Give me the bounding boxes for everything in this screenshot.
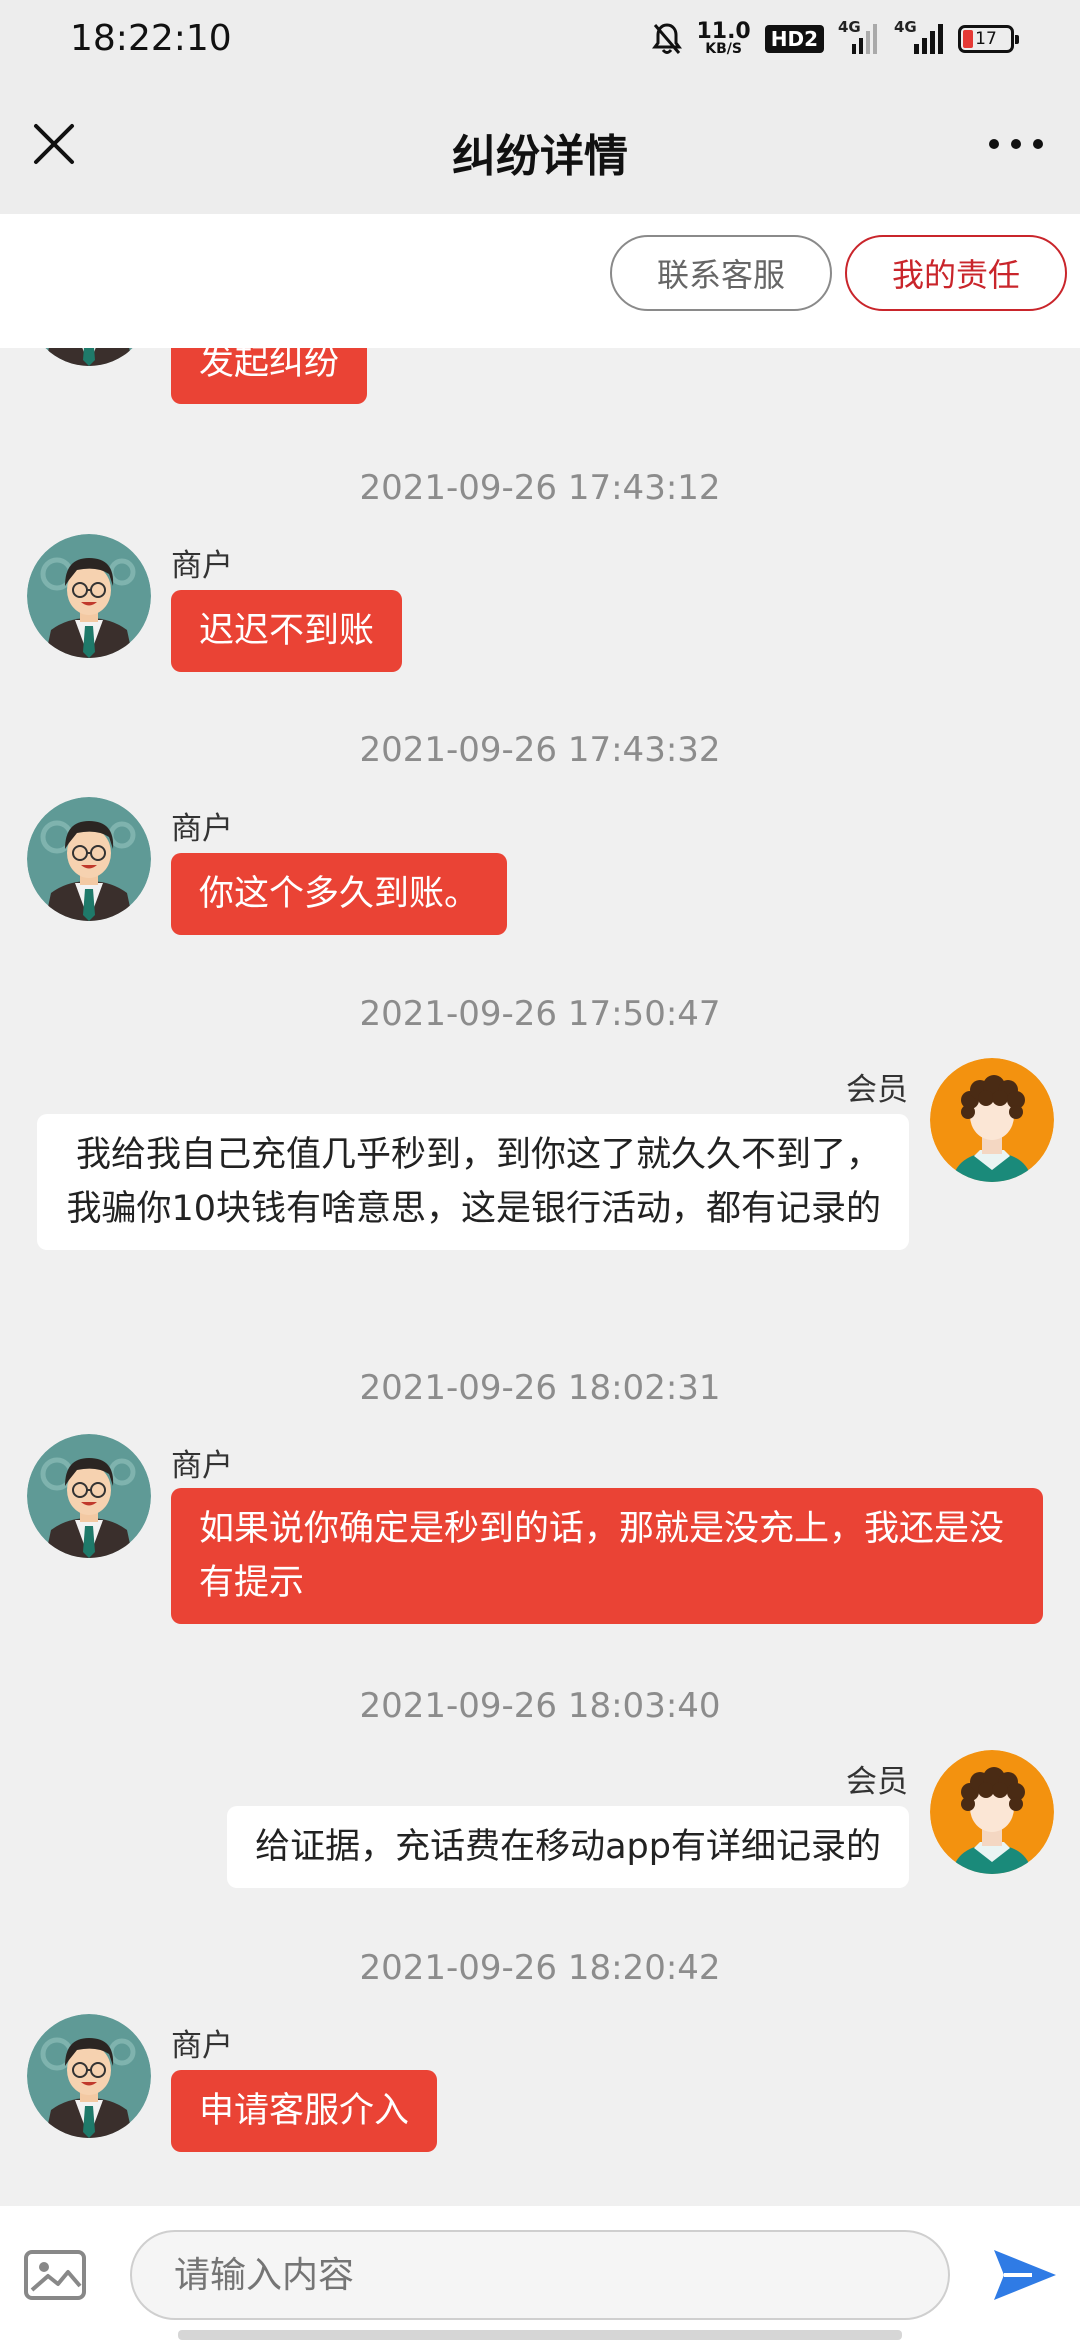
message-bubble: 给证据，充话费在移动app有详细记录的 — [227, 1806, 909, 1888]
message-bubble: 如果说你确定是秒到的话，那就是没充上，我还是没有提示 — [171, 1488, 1043, 1624]
merchant-avatar — [27, 348, 151, 366]
page-title: 纠纷详情 — [452, 131, 628, 182]
network-speed: 11.0 KB/S — [696, 19, 751, 57]
image-icon[interactable] — [24, 2250, 86, 2300]
status-time: 18:22:10 — [70, 18, 232, 59]
member-avatar — [930, 1058, 1054, 1182]
send-icon[interactable] — [992, 2246, 1058, 2304]
mute-bell-icon — [652, 23, 683, 54]
status-icons: 11.0 KB/S HD2 4G 4G 17 — [652, 18, 1019, 57]
sender-name: 商户 — [171, 548, 233, 584]
message-merchant: 发起纠纷 — [0, 348, 1080, 408]
message-timestamp: 2021-09-26 18:03:40 — [359, 1686, 721, 1726]
more-icon[interactable] — [986, 134, 1046, 154]
sender-name: 商户 — [171, 2028, 233, 2064]
home-indicator — [178, 2330, 902, 2340]
action-bar: 联系客服 我的责任 — [0, 214, 1080, 348]
message-input[interactable] — [130, 2230, 950, 2320]
navigation-bar: 纠纷详情 — [0, 82, 1080, 214]
message-timestamp: 2021-09-26 18:20:42 — [359, 1948, 721, 1988]
battery-icon: 17 — [958, 25, 1019, 53]
message-bubble: 申请客服介入 — [171, 2070, 438, 2152]
contact-service-button[interactable]: 联系客服 — [610, 235, 832, 311]
signal-1-icon: 4G — [838, 18, 878, 56]
message-bubble: 你这个多久到账。 — [171, 853, 508, 935]
merchant-avatar — [27, 2014, 151, 2138]
sender-name: 会员 — [846, 1072, 908, 1108]
signal-2-icon: 4G — [892, 18, 944, 56]
message-bubble: 我给我自己充值几乎秒到，到你这了就久久不到了，我骗你10块钱有啥意思，这是银行活… — [37, 1114, 909, 1250]
sender-name: 商户 — [171, 811, 233, 847]
sender-name: 商户 — [171, 1448, 233, 1484]
battery-level: 17 — [975, 29, 997, 49]
chat-list[interactable]: 发起纠纷 2021-09-26 17:43:12 商户 迟迟不到账 2021-0… — [0, 348, 1080, 2206]
merchant-avatar — [27, 534, 151, 658]
member-avatar — [930, 1750, 1054, 1874]
message-bubble: 发起纠纷 — [171, 348, 368, 404]
message-timestamp: 2021-09-26 17:43:12 — [359, 468, 721, 508]
hd-voice-badge: HD2 — [764, 25, 824, 53]
sender-name: 会员 — [846, 1764, 908, 1800]
my-responsibility-button[interactable]: 我的责任 — [845, 235, 1067, 311]
message-timestamp: 2021-09-26 17:43:32 — [359, 730, 721, 770]
message-timestamp: 2021-09-26 17:50:47 — [359, 994, 721, 1034]
merchant-avatar — [27, 797, 151, 921]
message-timestamp: 2021-09-26 18:02:31 — [359, 1368, 721, 1408]
merchant-avatar — [27, 1434, 151, 1558]
status-bar: 18:22:10 11.0 KB/S HD2 4G 4G 17 — [0, 0, 1080, 82]
message-composer — [0, 2206, 1080, 2340]
message-bubble: 迟迟不到账 — [171, 590, 403, 672]
